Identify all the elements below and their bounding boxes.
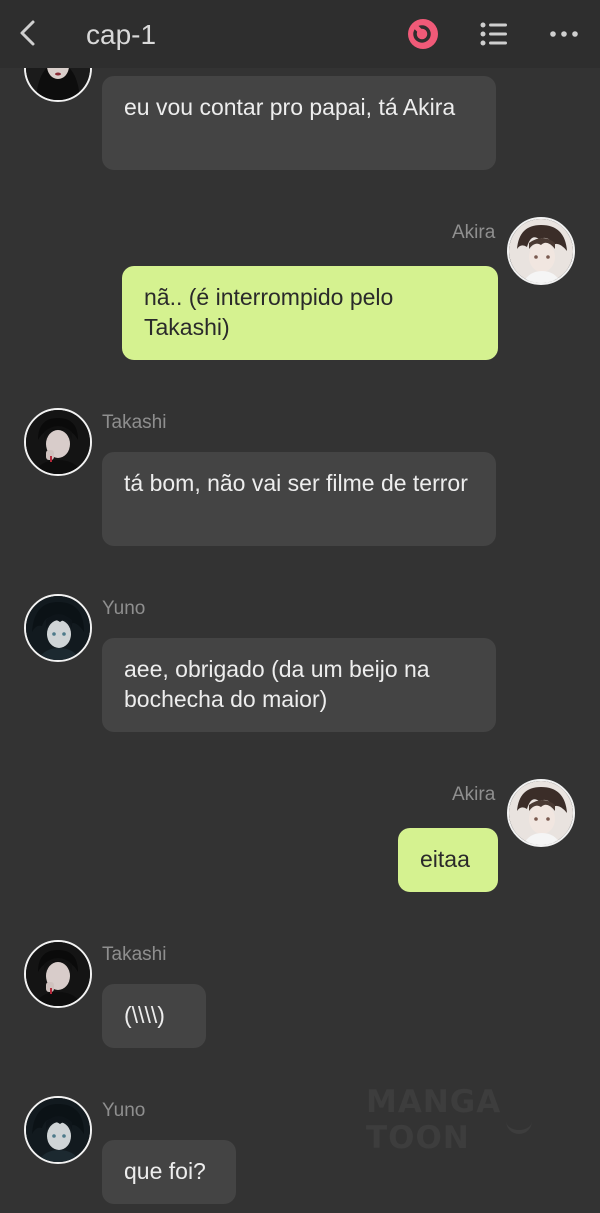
avatar[interactable] [24, 594, 92, 662]
message-text: aee, obrigado (da um beijo na bochecha d… [124, 656, 430, 712]
watermark-logo: MANGA TOON [366, 1084, 502, 1156]
top-bar: cap-1 [0, 0, 600, 68]
record-icon [408, 19, 438, 49]
message-bubble[interactable]: eu vou contar pro papai, tá Akira [102, 76, 496, 170]
message-text: (\\\\) [124, 1002, 165, 1028]
list-icon [480, 22, 507, 46]
record-button[interactable] [407, 18, 439, 50]
sender-name: Akira [452, 784, 496, 805]
avatar[interactable] [24, 940, 92, 1008]
message-bubble[interactable]: eitaa [398, 828, 498, 892]
message-bubble[interactable]: (\\\\) [102, 984, 206, 1048]
message-text: que foi? [124, 1158, 206, 1184]
sender-name: Akira [452, 222, 496, 243]
avatar[interactable] [24, 1096, 92, 1164]
message-bubble[interactable]: nã.. (é interrompido pelo Takashi) [122, 266, 498, 360]
sender-name: Takashi [102, 944, 167, 965]
avatar[interactable] [507, 779, 575, 847]
sender-name: Yuno [102, 1100, 146, 1121]
message-bubble[interactable]: tá bom, não vai ser filme de terror [102, 452, 496, 546]
message-text: tá bom, não vai ser filme de terror [124, 470, 468, 496]
message-text: nã.. (é interrompido pelo Takashi) [144, 284, 394, 340]
more-dots-icon [550, 31, 578, 37]
page-title: cap-1 [86, 19, 157, 50]
chapter-list-button[interactable] [478, 18, 510, 50]
sender-name: Yuno [102, 598, 146, 619]
more-options-button[interactable] [548, 18, 580, 50]
back-button[interactable] [12, 18, 42, 48]
avatar[interactable] [507, 217, 575, 285]
message-bubble[interactable]: aee, obrigado (da um beijo na bochecha d… [102, 638, 496, 732]
message-text: eitaa [420, 846, 470, 872]
message-bubble[interactable]: que foi? [102, 1140, 236, 1204]
avatar[interactable] [24, 408, 92, 476]
sender-name: Takashi [102, 412, 167, 433]
chevron-left-icon [20, 20, 35, 46]
chat-area: eu vou contar pro papai, tá Akira Akira … [0, 0, 600, 1213]
message-text: eu vou contar pro papai, tá Akira [124, 94, 456, 120]
